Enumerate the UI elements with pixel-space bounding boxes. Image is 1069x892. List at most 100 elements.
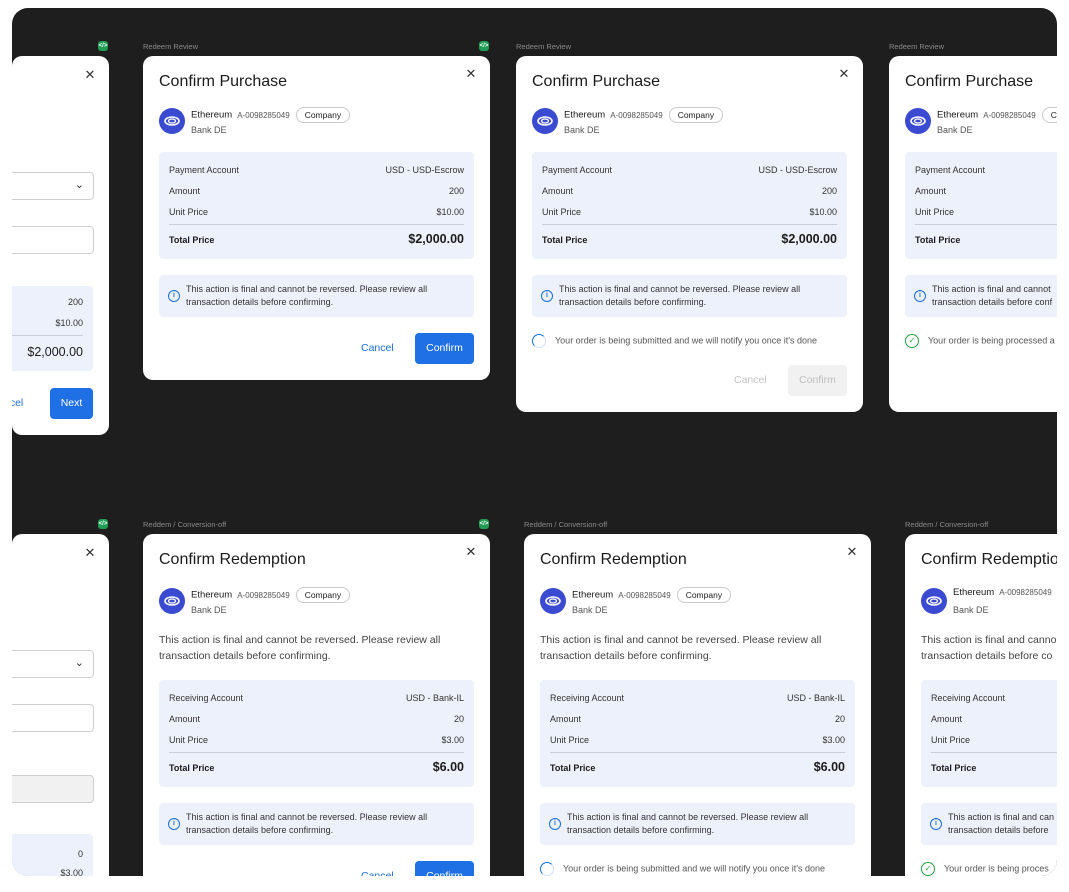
disabled-field [12,775,94,803]
summary-row: Receiving Account USD - Bank-IL [169,693,464,703]
ethereum-logo-icon [905,108,931,134]
summary-row: Unit Price $10.00 [542,207,837,217]
processed-status: ✓ Your order is being proces [921,862,1049,876]
summary-row: Amount 200 [542,186,837,196]
summary-row: Amount 200 [169,186,464,196]
info-icon: i [549,818,561,830]
warning-notice: i This action is final and cannot be rev… [159,803,474,845]
frame-label: Reddem / Conversion-off [143,520,227,529]
close-icon[interactable]: ✕ [464,67,478,81]
close-icon[interactable]: ✕ [83,68,97,82]
confirm-redemption-modal-submitting: Confirm Redemption ✕ Ethereum A-009828504… [524,534,871,876]
asset-bank: Bank DE [937,125,973,135]
close-icon[interactable]: ✕ [83,546,97,560]
divider [915,224,1057,225]
submitting-status: Your order is being submitted and we wil… [540,862,825,876]
asset-id: A-0098285049 [618,590,671,600]
confirm-button[interactable]: Confirm [415,333,474,364]
summary-total-row: Total Price [915,235,961,245]
design-canvas: ✕ ⌄ 200 $10.00 $2,000.00 ncel Next </> R… [12,8,1057,876]
summary-row: Amount [931,714,963,724]
divider [931,752,1057,753]
frame-label: Redeem Review [143,42,199,51]
asset-name: Ethereum A-0098285049 Company [572,587,732,603]
asset-id: A-0098285049 [999,588,1052,597]
asset-name: Ethereum A-0098285049 Company [191,107,351,123]
confirm-redemption-modal: Confirm Redemption ✕ Ethereum A-009828504… [143,534,490,876]
cancel-button[interactable]: Cancel [361,870,394,876]
summary-row: Receiving Account USD - Bank-IL [550,693,845,703]
frame-label: Reddem / Conversion-off [905,520,989,529]
summary-total-row: Total Price $6.00 [169,760,464,774]
asset-type-tag: Company [295,107,351,123]
ethereum-logo-icon [921,588,947,614]
cancel-button[interactable]: Cancel [734,374,767,386]
asset-type-tag: Company [668,107,724,123]
ethereum-logo-icon [159,588,185,614]
partial-modal-left-bottom: ✕ ⌄ 0 $3.00 [12,534,109,876]
dev-mode-icon: </> [98,519,108,529]
summary-total-row: Total Price $2,000.00 [542,232,837,246]
info-icon: i [914,290,926,302]
summary-total-row: Total Price $2,000.00 [169,232,464,246]
dropdown-field[interactable]: ⌄ [12,172,94,200]
ethereum-logo-icon [540,588,566,614]
asset-bank: Bank DE [564,125,600,135]
asset-name: Ethereum A-0098285049 Company [191,587,351,603]
close-icon[interactable]: ✕ [845,545,859,559]
divider [169,224,464,225]
warning-notice: i This action is final and cannot be rev… [159,275,474,317]
divider [550,752,845,753]
summary-total-row: Total Price [931,763,977,773]
chevron-down-icon: ⌄ [74,657,84,669]
next-button[interactable]: Next [50,388,93,419]
asset-name: Ethereum A-0098285049 Company [564,107,724,123]
confirm-button[interactable]: Confirm [415,861,474,876]
info-icon: i [168,818,180,830]
dropdown-field[interactable]: ⌄ [12,650,94,678]
warning-paragraph: This action is final and canno transactio… [921,634,1057,662]
ethereum-logo-icon [159,108,185,134]
close-icon[interactable]: ✕ [837,67,851,81]
check-circle-icon: ✓ [905,334,919,348]
warning-paragraph: This action is final and cannot be rever… [540,634,822,662]
chevron-down-icon: ⌄ [74,179,84,191]
asset-type-tag: Company [676,587,732,603]
warning-notice: i This action is final and can transactio… [921,803,1057,845]
summary-row: Unit Price $10.00 [169,207,464,217]
confirm-purchase-modal: Confirm Purchase ✕ Ethereum A-0098285049 C… [143,56,490,380]
submitting-status: Your order is being submitted and we wil… [532,334,817,348]
summary-row: Unit Price [931,735,971,745]
asset-name: Ethereum A-0098285049 [953,587,1052,598]
confirm-redemption-modal-processed: Confirm Redemption Ethereum A-0098285049 … [905,534,1057,876]
summary-total-row: Total Price $6.00 [550,760,845,774]
summary-row: Amount 20 [550,714,845,724]
summary-panel: Receiving Account Amount Unit Price Tota… [921,680,1057,787]
asset-type-tag: Company [295,587,351,603]
asset-bank: Bank DE [191,605,227,615]
asset-bank: Bank DE [191,125,227,135]
summary-row: Payment Account USD - USD-Escrow [169,165,464,175]
asset-id: A-0098285049 [237,590,290,600]
asset-name: EthereumA-0098285049Co [937,107,1057,123]
loading-spinner-icon [532,334,546,348]
divider [169,752,464,753]
confirm-purchase-modal-submitting: Confirm Purchase ✕ Ethereum A-0098285049 C… [516,56,863,412]
text-field[interactable] [12,704,94,732]
text-field[interactable] [12,226,94,254]
info-icon: i [168,290,180,302]
cancel-button[interactable]: Cancel [361,342,394,354]
summary-panel: 200 $10.00 $2,000.00 [12,286,93,371]
asset-id: A-0098285049 [983,110,1036,120]
summary-row: Unit Price [915,207,955,217]
frame-label: Reddem / Conversion-off [524,520,608,529]
asset-id: A-0098285049 [610,110,663,120]
close-icon[interactable]: ✕ [464,545,478,559]
info-icon: i [541,290,553,302]
cancel-button[interactable]: ncel [12,397,23,409]
divider [12,335,83,336]
warning-notice: i This action is final and cannot be rev… [540,803,855,845]
confirm-button[interactable]: Confirm [788,365,847,396]
dev-mode-icon: </> [479,41,489,51]
asset-id: A-0098285049 [237,110,290,120]
